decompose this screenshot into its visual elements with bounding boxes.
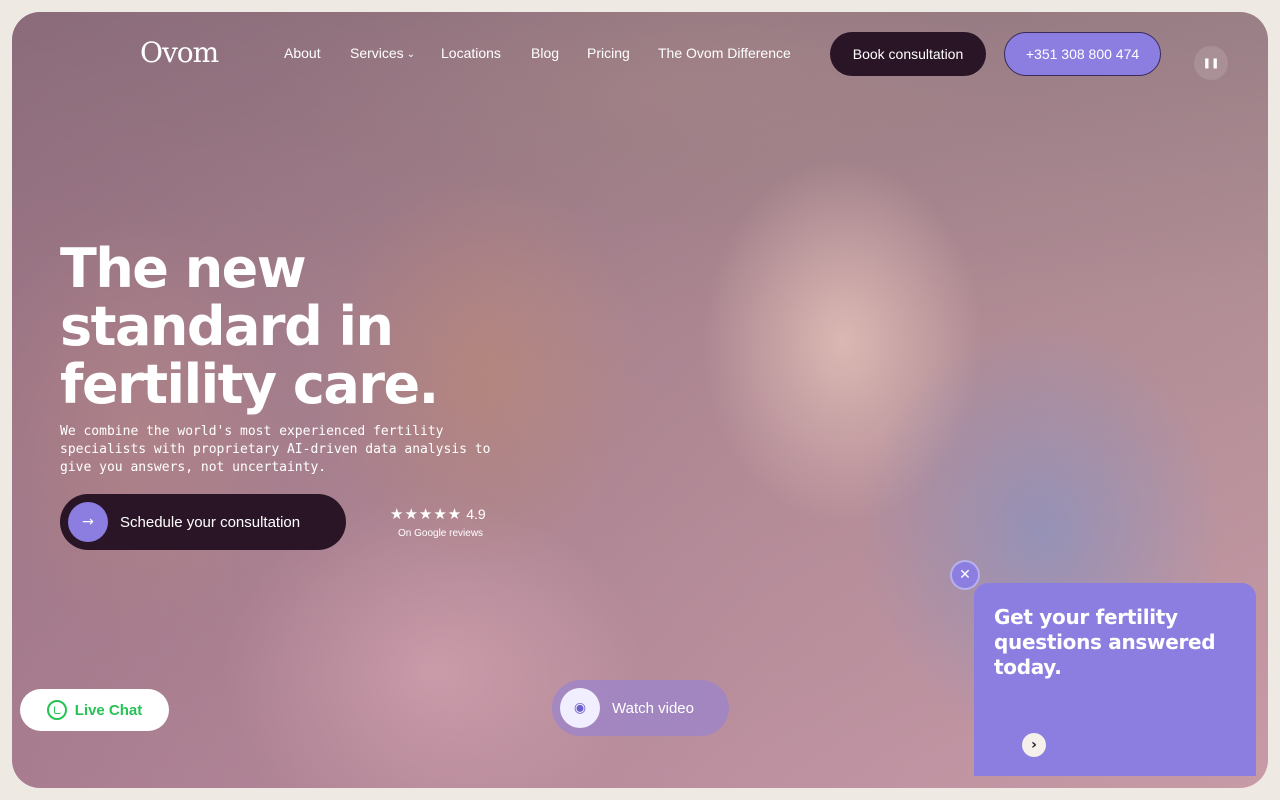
nav-services-label: Services	[350, 45, 404, 61]
fertility-questions-popup: Get your fertility questions answered to…	[974, 583, 1256, 776]
nav-ovom-difference[interactable]: The Ovom Difference	[658, 45, 791, 61]
rating-value: 4.9	[466, 506, 486, 522]
pause-icon[interactable]: ❚❚	[1194, 46, 1228, 80]
live-chat-button[interactable]: Live Chat	[20, 689, 169, 731]
close-icon[interactable]: ✕	[950, 560, 980, 590]
rating-stars-icon: ★★★★★	[390, 506, 463, 523]
eye-icon: ◉	[560, 688, 600, 728]
chevron-right-icon[interactable]: ›	[1022, 733, 1046, 757]
nav-blog[interactable]: Blog	[531, 45, 559, 61]
nav-services[interactable]: Services ⌄	[350, 45, 415, 61]
nav-about[interactable]: About	[284, 45, 321, 61]
live-chat-label: Live Chat	[74, 701, 143, 719]
watch-video-label: Watch video	[612, 699, 694, 717]
schedule-consultation-label: Schedule your consultation	[120, 513, 301, 531]
google-rating: ★★★★★ 4.9 On Google reviews	[390, 505, 486, 539]
phone-button[interactable]: +351 308 800 474	[1004, 32, 1161, 76]
schedule-consultation-button[interactable]: → Schedule your consultation	[60, 494, 346, 550]
hero-headline: The new standard in fertility care.	[60, 237, 439, 416]
whatsapp-icon	[46, 700, 67, 720]
nav-locations[interactable]: Locations	[441, 45, 501, 61]
ovom-logo[interactable]: Ovom	[140, 36, 219, 69]
chevron-down-icon: ⌄	[406, 49, 416, 60]
popup-title: Get your fertility questions answered to…	[994, 605, 1216, 679]
nav-pricing[interactable]: Pricing	[587, 45, 630, 61]
arrow-right-icon: →	[68, 502, 108, 542]
rating-source: On Google reviews	[398, 528, 484, 539]
book-consultation-button[interactable]: Book consultation	[830, 32, 986, 76]
watch-video-button[interactable]: ◉ Watch video	[552, 680, 729, 736]
hero-subtext: We combine the world's most experienced …	[60, 424, 491, 475]
